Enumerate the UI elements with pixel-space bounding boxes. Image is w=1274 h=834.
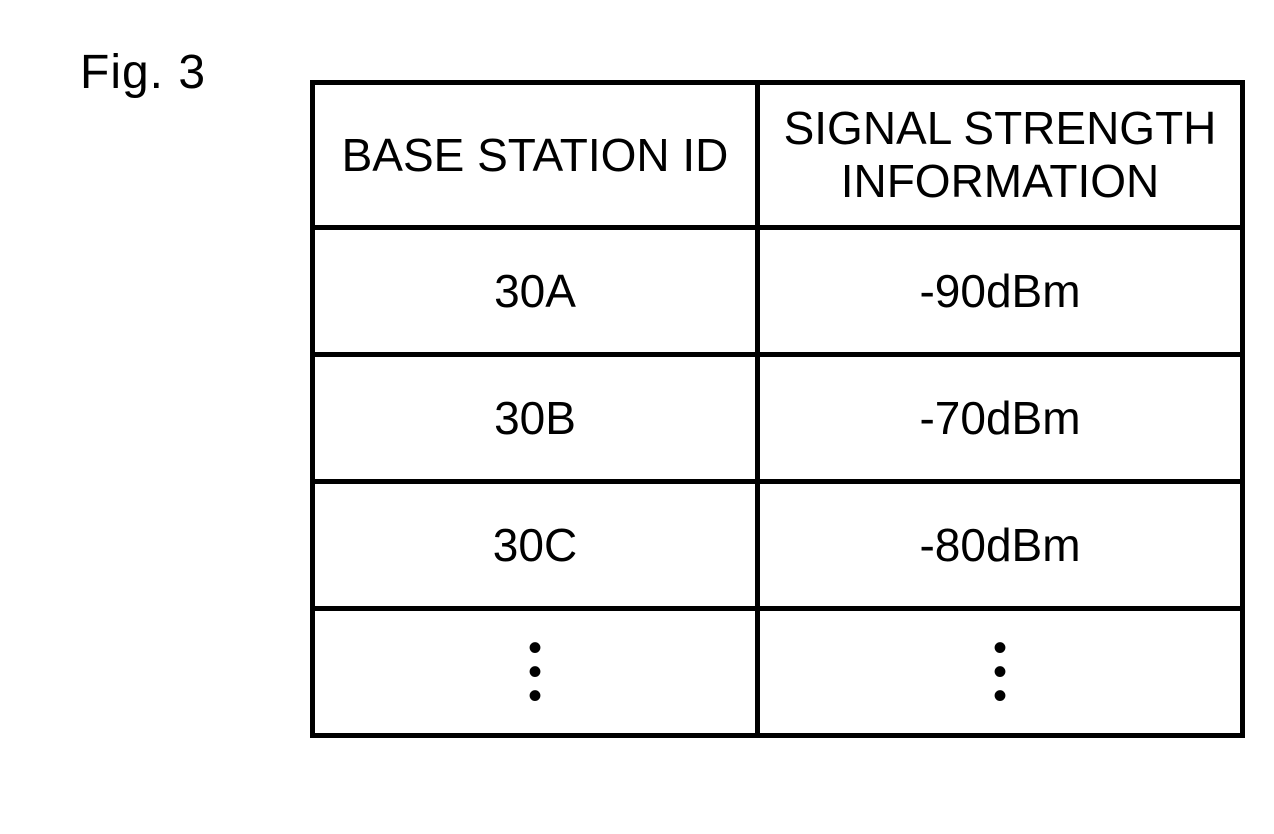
cell-signal-strength: -90dBm bbox=[758, 228, 1243, 355]
cell-continuation: ••• bbox=[313, 609, 758, 736]
cell-signal-strength: -80dBm bbox=[758, 482, 1243, 609]
table-row: 30A -90dBm bbox=[313, 228, 1243, 355]
table-row: 30C -80dBm bbox=[313, 482, 1243, 609]
cell-continuation: ••• bbox=[758, 609, 1243, 736]
cell-base-station-id: 30B bbox=[313, 355, 758, 482]
signal-strength-table-wrapper: BASE STATION ID SIGNAL STRENGTH INFORMAT… bbox=[310, 80, 1245, 738]
header-base-station-id: BASE STATION ID bbox=[313, 83, 758, 228]
figure-label: Fig. 3 bbox=[80, 45, 206, 100]
table-header-row: BASE STATION ID SIGNAL STRENGTH INFORMAT… bbox=[313, 83, 1243, 228]
cell-base-station-id: 30A bbox=[313, 228, 758, 355]
vertical-ellipsis-icon: ••• bbox=[760, 636, 1240, 708]
table-row-continuation: ••• ••• bbox=[313, 609, 1243, 736]
vertical-ellipsis-icon: ••• bbox=[315, 636, 755, 708]
table-row: 30B -70dBm bbox=[313, 355, 1243, 482]
cell-base-station-id: 30C bbox=[313, 482, 758, 609]
header-signal-strength: SIGNAL STRENGTH INFORMATION bbox=[758, 83, 1243, 228]
signal-strength-table: BASE STATION ID SIGNAL STRENGTH INFORMAT… bbox=[310, 80, 1245, 738]
cell-signal-strength: -70dBm bbox=[758, 355, 1243, 482]
